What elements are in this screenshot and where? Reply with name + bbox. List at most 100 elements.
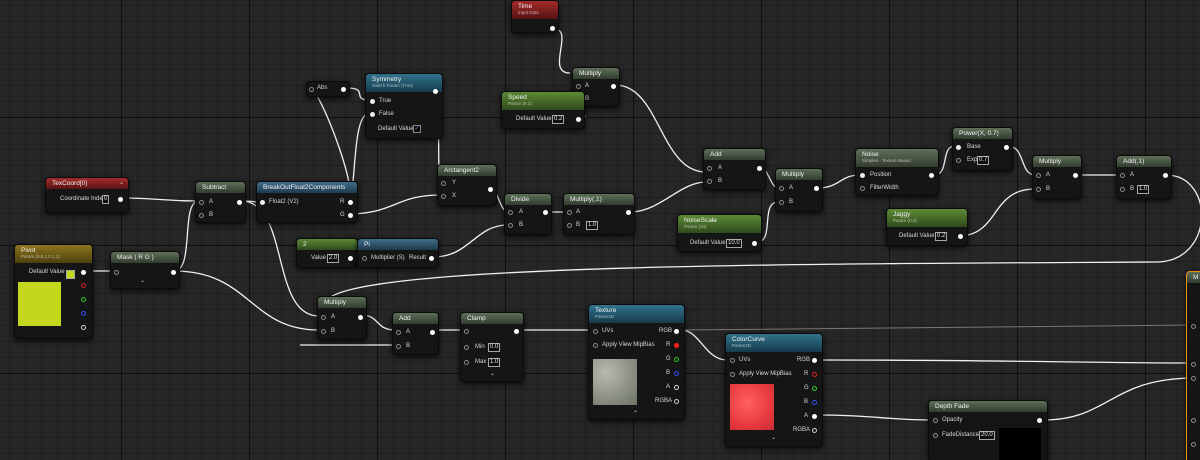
colorcurve-texture-node[interactable]: ColorCurve Param2D UVs Apply View MipBias… — [725, 333, 823, 447]
node-header[interactable]: Jaggy Param (0.2) — [887, 209, 967, 227]
input-pin-b[interactable] — [321, 329, 326, 334]
input-pin-y[interactable] — [441, 181, 446, 186]
output-pin[interactable] — [1073, 173, 1078, 178]
output-pin[interactable] — [488, 187, 493, 192]
input-pin-uvs[interactable] — [593, 329, 598, 334]
symmetry-switch-node[interactable]: Symmetry Switch Param (True) True False D… — [365, 73, 443, 139]
output-pin-r[interactable] — [81, 283, 86, 288]
constant-2-node[interactable]: 2 Value 2.0 — [296, 238, 358, 268]
output-pin-rgb[interactable] — [674, 329, 679, 334]
output-pin[interactable] — [433, 89, 438, 94]
input-pin-uvs[interactable] — [730, 358, 735, 363]
param-value[interactable]: 0 — [102, 195, 110, 204]
output-pin[interactable] — [1004, 145, 1009, 150]
input-pin-base[interactable] — [956, 145, 961, 150]
input-pin-a[interactable] — [396, 330, 401, 335]
multiply-scalar-node[interactable]: Multiply(,1) A B 1.0 — [563, 193, 635, 235]
output-pin[interactable] — [81, 270, 86, 275]
param-value[interactable]: 20.0 — [979, 431, 995, 440]
output-pin-rgba[interactable] — [674, 399, 679, 404]
node-header[interactable]: Subtract — [196, 182, 245, 193]
min-value[interactable]: 0.0 — [488, 343, 501, 352]
input-pin-b[interactable] — [1120, 187, 1125, 192]
output-pin[interactable] — [348, 256, 353, 261]
input-pin-fadedistance[interactable] — [933, 433, 938, 438]
input-pin-mipbias[interactable] — [730, 372, 735, 377]
input-pin-mipbias[interactable] — [593, 343, 598, 348]
output-pin[interactable] — [514, 329, 519, 334]
output-pin[interactable] — [814, 186, 819, 191]
input-pin[interactable] — [464, 329, 469, 334]
input-pin-x[interactable] — [441, 194, 446, 199]
param-value[interactable]: 10.0 — [726, 239, 742, 248]
jaggy-param-node[interactable]: Jaggy Param (0.2) Default Value 0.2 — [886, 208, 968, 246]
input-pin-b[interactable] — [508, 223, 513, 228]
add-node[interactable]: Add A B — [703, 148, 766, 190]
noisescale-param-node[interactable]: NoiseScale Param (10) Default Value 10.0 — [677, 214, 762, 252]
output-pin[interactable] — [237, 200, 242, 205]
node-header[interactable]: 2 — [297, 239, 357, 250]
output-pin-a[interactable] — [812, 414, 817, 419]
node-header[interactable]: M — [1187, 272, 1200, 283]
input-pin-b[interactable] — [567, 223, 572, 228]
clamp-node[interactable]: Clamp Min 0.0 Max 1.0 ⌄ — [460, 312, 524, 382]
output-pin-a[interactable] — [674, 385, 679, 390]
param-value[interactable]: 2.0 — [327, 254, 340, 263]
param-value[interactable]: 1.0 — [1137, 185, 1150, 194]
input-pin-false[interactable] — [370, 112, 375, 117]
input-pin-b[interactable] — [1036, 187, 1041, 192]
chevron-down-icon[interactable]: ⌄ — [633, 407, 638, 414]
node-header[interactable]: Add — [704, 149, 765, 160]
input-pin[interactable] — [260, 200, 265, 205]
mask-node[interactable]: Mask ( R G ) ⌄ — [110, 251, 180, 289]
output-pin[interactable] — [550, 26, 555, 31]
output-pin[interactable] — [1163, 173, 1168, 178]
input-pin-max[interactable] — [464, 360, 469, 365]
node-header[interactable]: Arctangent2 — [438, 165, 496, 176]
node-header[interactable]: Time Input Data — [512, 1, 558, 19]
input-pin-opacity[interactable] — [933, 418, 938, 423]
input-pin-position[interactable] — [860, 173, 865, 178]
output-pin-r[interactable] — [812, 372, 817, 377]
arctangent2-node[interactable]: Arctangent2 Y X — [437, 164, 497, 206]
output-pin[interactable] — [752, 241, 757, 246]
input-pin-a[interactable] — [321, 315, 326, 320]
input-pin[interactable] — [114, 270, 119, 275]
output-pin-rgb[interactable] — [812, 358, 817, 363]
noise-node[interactable]: Noise Simplex - Texture Based Position Fi… — [855, 148, 939, 196]
chevron-down-icon[interactable]: ⌄ — [771, 434, 776, 441]
subtract-node[interactable]: Subtract A B — [195, 181, 246, 223]
output-pin[interactable] — [118, 197, 123, 202]
node-header[interactable]: Power(X, 0.7) — [953, 128, 1012, 139]
input-pin-filterwidth[interactable] — [860, 186, 865, 191]
node-header[interactable]: Add(,1) — [1117, 156, 1171, 167]
node-header[interactable]: Multiply — [573, 68, 619, 79]
input-pin-exp[interactable] — [956, 158, 961, 163]
input-pin-a[interactable] — [567, 210, 572, 215]
chevron-down-icon[interactable]: ⌄ — [490, 370, 495, 377]
input-pin[interactable] — [309, 87, 314, 92]
texcoord-node[interactable]: TexCoord[0] ⌄ Coordinate Index 0 — [45, 177, 129, 213]
output-pin[interactable] — [430, 330, 435, 335]
output-pin-g[interactable] — [674, 357, 679, 362]
depth-fade-node[interactable]: Depth Fade Opacity FadeDistance 20.0 — [928, 400, 1048, 460]
param-value[interactable]: 0.2 — [552, 115, 565, 124]
node-header[interactable]: Add — [393, 313, 438, 324]
output-pin-g[interactable] — [81, 297, 86, 302]
node-header[interactable]: Multiply(,1) — [564, 194, 634, 205]
output-pin[interactable] — [611, 84, 616, 89]
output-pin-b[interactable] — [674, 371, 679, 376]
multiply-node[interactable]: Multiply A B — [317, 296, 367, 340]
input-pin-a[interactable] — [576, 84, 581, 89]
output-pin[interactable] — [757, 166, 762, 171]
output-pin[interactable] — [1037, 418, 1042, 423]
output-pin[interactable] — [958, 234, 963, 239]
material-result-node[interactable]: M — [1186, 271, 1200, 460]
node-header[interactable]: Pivot Param (0.8,1,0.1,1) — [15, 245, 92, 263]
input-pin[interactable] — [1191, 362, 1196, 367]
input-pin-a[interactable] — [199, 200, 204, 205]
output-pin[interactable] — [341, 87, 346, 92]
output-pin[interactable] — [358, 315, 363, 320]
node-header[interactable]: Symmetry Switch Param (True) — [366, 74, 442, 92]
chevron-down-icon[interactable]: ⌄ — [119, 178, 124, 189]
